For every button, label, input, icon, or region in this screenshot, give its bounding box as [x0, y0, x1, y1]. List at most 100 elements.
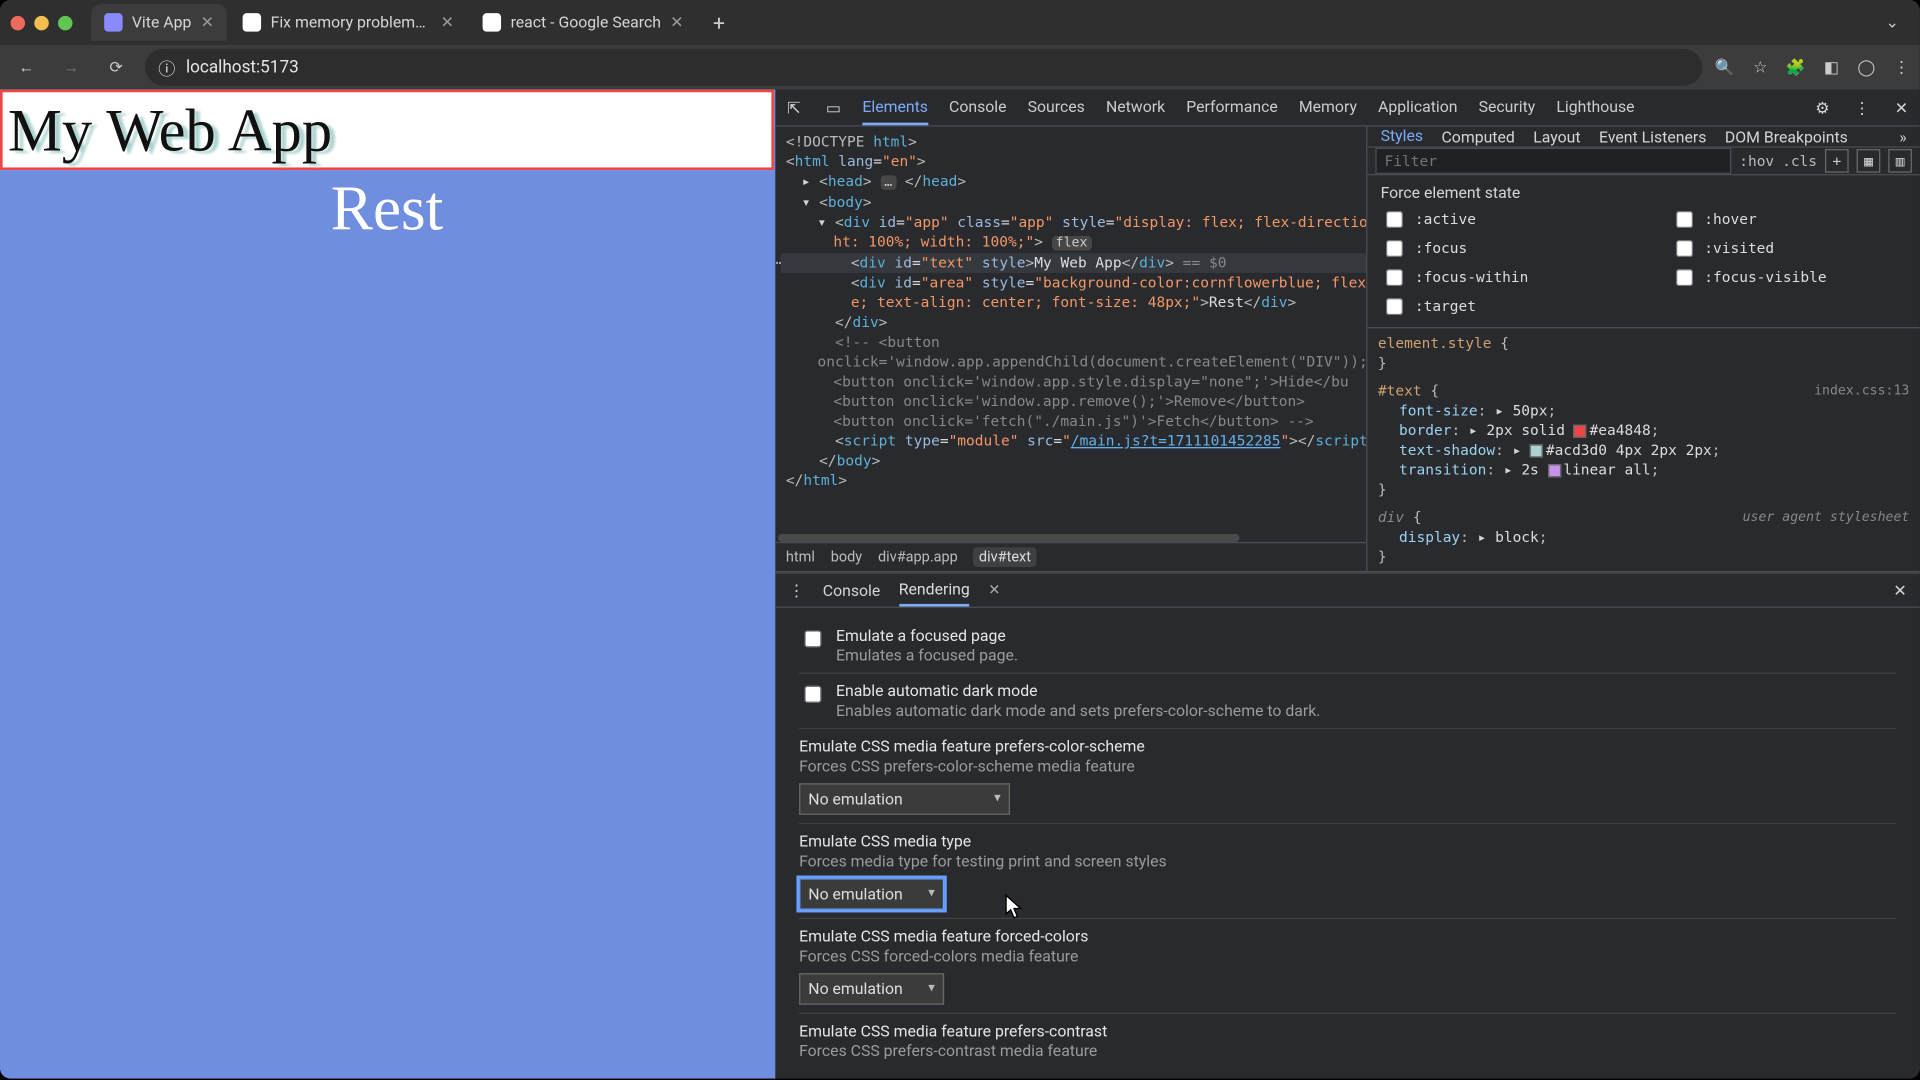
drawer-tab[interactable]: Rendering	[899, 580, 970, 606]
devtools-panel-tab[interactable]: Application	[1378, 98, 1457, 118]
close-tab-icon[interactable]: ✕	[201, 13, 214, 31]
minimize-window-icon[interactable]	[34, 15, 49, 30]
styles-subtab[interactable]: Layout	[1533, 127, 1580, 145]
settings-icon[interactable]: ⚙	[1812, 98, 1833, 116]
reload-button[interactable]: ⟳	[100, 51, 132, 83]
close-window-icon[interactable]	[11, 15, 26, 30]
extensions-icon[interactable]: 🧩	[1786, 58, 1806, 76]
dom-line[interactable]: <div id="area" style="background-color:c…	[781, 273, 1366, 293]
styles-filter-input[interactable]	[1375, 148, 1731, 174]
checkbox[interactable]	[1675, 240, 1692, 257]
close-drawer-icon[interactable]: ✕	[1893, 581, 1906, 599]
forward-button[interactable]: →	[55, 51, 87, 83]
pseudo-checkbox[interactable]: :focus-within	[1381, 265, 1618, 290]
close-devtools-icon[interactable]: ✕	[1891, 98, 1912, 116]
pseudo-checkbox[interactable]: :hover	[1670, 207, 1907, 232]
browser-tab[interactable]: Fix memory problems | Dev✕	[230, 4, 467, 41]
checkbox[interactable]	[804, 630, 821, 647]
address-bar[interactable]: ⓘ localhost:5173	[145, 49, 1702, 86]
tab-overflow-button[interactable]: ⌄	[1875, 13, 1909, 31]
checkbox[interactable]	[804, 686, 821, 703]
checkbox[interactable]	[1386, 298, 1403, 315]
devtools-panel-tab[interactable]: Lighthouse	[1556, 98, 1634, 118]
pseudo-checkbox[interactable]: :focus	[1381, 236, 1618, 261]
checkbox[interactable]	[1386, 211, 1403, 228]
more-icon[interactable]: ⋮	[1851, 98, 1872, 116]
new-rule-button[interactable]: +	[1825, 149, 1849, 173]
dom-line[interactable]: </html>	[781, 471, 1366, 491]
close-tab-icon[interactable]: ✕	[441, 13, 454, 31]
drawer-menu-icon[interactable]: ⋮	[789, 581, 805, 599]
devtools-panel-tab[interactable]: Security	[1479, 98, 1536, 118]
dom-line[interactable]: ▸ <head> … </head>	[781, 171, 1366, 192]
dom-line[interactable]: ht: 100%; width: 100%;"> flex	[781, 232, 1366, 253]
devtools-panel-tab[interactable]: Elements	[862, 98, 928, 126]
devtools-tabbar: ⇱ ▭ Elements Console Sources Network Perform…	[775, 90, 1920, 127]
styles-subtab[interactable]: Event Listeners	[1599, 127, 1706, 145]
option-title: Emulate CSS media type	[799, 832, 1896, 850]
scrollbar[interactable]	[778, 534, 1240, 542]
dom-line[interactable]: <html lang="en">	[781, 152, 1366, 172]
breadcrumb-item[interactable]: body	[831, 549, 862, 566]
dom-line[interactable]: e; text-align: center; font-size: 48px;"…	[781, 293, 1366, 313]
dom-line[interactable]: ▾ <body>	[781, 193, 1366, 213]
dom-line[interactable]: <button onclick='window.app.style.displa…	[781, 372, 1366, 392]
rendering-toggle-icon[interactable]: ▥	[1888, 149, 1912, 173]
devtools-panel-tab[interactable]: Memory	[1299, 98, 1357, 118]
breadcrumb-item[interactable]: html	[786, 549, 815, 566]
pseudo-checkbox[interactable]: :focus-visible	[1670, 265, 1907, 290]
browser-tab[interactable]: react - Google Search✕	[470, 4, 697, 41]
dom-line[interactable]: <script type="module" src="/main.js?t=17…	[781, 431, 1366, 451]
cls-toggle[interactable]: .cls	[1782, 152, 1817, 169]
more-tabs-icon[interactable]: »	[1899, 127, 1906, 145]
zoom-icon[interactable]: 🔍	[1715, 58, 1735, 76]
hov-toggle[interactable]: :hov	[1739, 152, 1774, 169]
new-tab-button[interactable]: +	[702, 5, 736, 39]
dom-line[interactable]: </div>	[781, 313, 1366, 333]
dom-line[interactable]: ⋯ <div id="text" style>My Web App</div> …	[781, 253, 1366, 273]
dom-line[interactable]: <button onclick='fetch("./main.js")'>Fet…	[781, 411, 1366, 431]
maximize-window-icon[interactable]	[58, 15, 73, 30]
pseudo-checkbox[interactable]: :active	[1381, 207, 1618, 232]
browser-tab[interactable]: Vite App✕	[91, 4, 227, 41]
devtools-panel-tab[interactable]: Performance	[1186, 98, 1278, 118]
dom-line[interactable]: <button onclick='window.app.remove();'>R…	[781, 392, 1366, 412]
dom-tree[interactable]: <!DOCTYPE html><html lang="en">▸ <head> …	[775, 127, 1366, 532]
profile-icon[interactable]: ◯	[1857, 58, 1875, 76]
inspect-icon[interactable]: ⇱	[783, 98, 804, 116]
devtools-panel-tab[interactable]: Sources	[1028, 98, 1085, 118]
computed-toggle-icon[interactable]: ▦	[1857, 149, 1881, 173]
close-drawer-tab-icon[interactable]: ✕	[988, 582, 1000, 599]
back-button[interactable]: ←	[11, 51, 43, 83]
pseudo-checkbox[interactable]: :target	[1381, 294, 1618, 319]
checkbox[interactable]	[1675, 211, 1692, 228]
dom-line[interactable]: <!-- <button	[781, 332, 1366, 352]
pseudo-checkbox[interactable]: :visited	[1670, 236, 1907, 261]
styles-subtab[interactable]: DOM Breakpoints	[1725, 127, 1848, 145]
close-tab-icon[interactable]: ✕	[670, 13, 683, 31]
checkbox[interactable]	[1386, 240, 1403, 257]
breadcrumb[interactable]: html body div#app.app div#text	[775, 542, 1366, 571]
breadcrumb-item[interactable]: div#app.app	[878, 549, 958, 566]
device-toggle-icon[interactable]: ▭	[823, 98, 844, 116]
emulation-select[interactable]: No emulation▾	[799, 878, 944, 910]
dom-line[interactable]: ▾ <div id="app" class="app" style="displ…	[781, 212, 1366, 232]
bookmark-icon[interactable]: ☆	[1753, 58, 1767, 76]
styles-subtab[interactable]: Computed	[1441, 127, 1514, 145]
emulation-select[interactable]: No emulation▾	[799, 973, 944, 1005]
styles-filter-row: :hov .cls + ▦ ▥	[1367, 148, 1919, 176]
css-rules[interactable]: element.style {}index.css:13#text {font-…	[1367, 328, 1919, 580]
devtools-panel-tab[interactable]: Console	[949, 98, 1007, 118]
site-info-icon[interactable]: ⓘ	[158, 55, 175, 80]
devtools-panel-tab[interactable]: Network	[1106, 98, 1165, 118]
dom-line[interactable]: <!DOCTYPE html>	[781, 132, 1366, 152]
emulation-select[interactable]: No emulation▾	[799, 783, 1010, 815]
drawer-tab[interactable]: Console	[823, 581, 881, 599]
dom-line[interactable]: </body>	[781, 451, 1366, 471]
side-panel-icon[interactable]: ◧	[1824, 58, 1839, 76]
menu-icon[interactable]: ⋮	[1894, 58, 1910, 76]
breadcrumb-item[interactable]: div#text	[974, 547, 1037, 567]
checkbox[interactable]	[1675, 269, 1692, 286]
checkbox[interactable]	[1386, 269, 1403, 286]
dom-line[interactable]: onclick='window.app.appendChild(document…	[781, 352, 1366, 372]
